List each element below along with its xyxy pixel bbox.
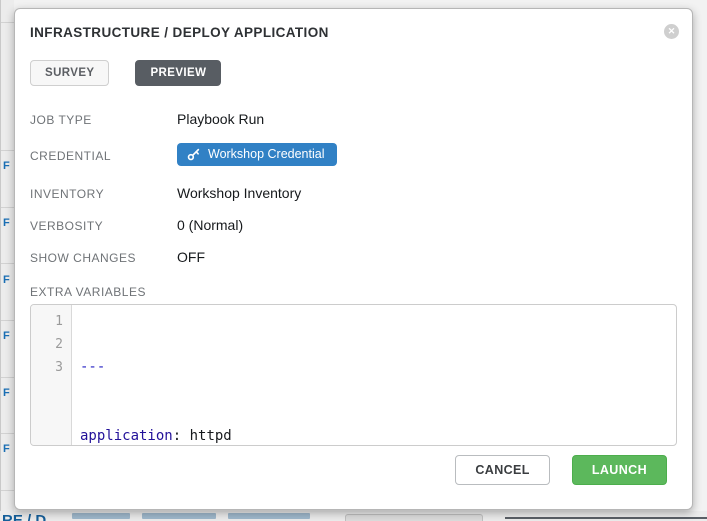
screen: F F F F F F RE / D INFRASTRUCTURE / DEPL… (0, 0, 707, 521)
modal-tabs: SURVEY PREVIEW (30, 60, 677, 86)
yaml-doc-separator: --- (80, 359, 105, 375)
modal-footer: CANCEL LAUNCH (455, 455, 667, 485)
credential-badge-label: Workshop Credential (208, 147, 325, 161)
background-row-divider (1, 207, 15, 208)
background-row-divider (1, 320, 15, 321)
extra-variables-label: EXTRA VARIABLES (30, 285, 677, 299)
clipped-button-fragment (345, 514, 483, 521)
modal-title: INFRASTRUCTURE / DEPLOY APPLICATION (30, 24, 677, 40)
line-number: 3 (31, 356, 63, 379)
clipped-panel-edge (505, 517, 707, 519)
line-number: 1 (31, 310, 63, 333)
field-credential: CREDENTIAL Workshop Credential (30, 143, 677, 166)
field-label: SHOW CHANGES (30, 249, 177, 267)
yaml-value: httpd (181, 428, 232, 444)
cancel-button[interactable]: CANCEL (455, 455, 549, 485)
clipped-heading-fragment: RE / D (2, 512, 46, 521)
field-show-changes: SHOW CHANGES OFF (30, 249, 677, 267)
close-glyph: ✕ (668, 27, 676, 36)
background-row-divider (1, 22, 15, 23)
deploy-application-preview-modal: INFRASTRUCTURE / DEPLOY APPLICATION ✕ SU… (14, 8, 693, 510)
code-line-1: --- (80, 356, 676, 379)
extra-variables-editor[interactable]: 1 2 3 --- application: httpd (30, 304, 677, 446)
clipped-text-fragment (72, 513, 130, 519)
clipped-text-fragment (228, 513, 310, 519)
launch-button[interactable]: LAUNCH (572, 455, 667, 485)
field-job-type: JOB TYPE Playbook Run (30, 111, 677, 129)
close-icon[interactable]: ✕ (664, 24, 679, 39)
key-icon (187, 148, 200, 161)
field-value: Playbook Run (177, 111, 264, 128)
field-label: JOB TYPE (30, 111, 177, 129)
background-page-bottom-edge: RE / D (0, 511, 707, 521)
field-value: Workshop Inventory (177, 185, 301, 202)
field-label: INVENTORY (30, 185, 177, 203)
field-label: CREDENTIAL (30, 143, 177, 165)
field-value: OFF (177, 249, 205, 266)
tab-survey[interactable]: SURVEY (30, 60, 109, 86)
line-number: 2 (31, 333, 63, 356)
code-line-2: application: httpd (80, 425, 676, 446)
field-label: VERBOSITY (30, 217, 177, 235)
credential-badge[interactable]: Workshop Credential (177, 143, 337, 166)
background-row-divider (1, 150, 15, 151)
field-inventory: INVENTORY Workshop Inventory (30, 185, 677, 203)
background-row-divider (1, 263, 15, 264)
editor-code-area[interactable]: --- application: httpd (72, 305, 676, 445)
background-page-left-edge: F F F F F F (0, 0, 14, 521)
editor-line-number-gutter: 1 2 3 (31, 305, 72, 445)
yaml-key: application (80, 428, 173, 444)
background-row-divider (1, 433, 15, 434)
field-verbosity: VERBOSITY 0 (Normal) (30, 217, 677, 235)
yaml-colon: : (173, 428, 181, 444)
clipped-text-fragment (142, 513, 216, 519)
background-row-divider (1, 490, 15, 491)
tab-preview[interactable]: PREVIEW (135, 60, 221, 86)
background-row-divider (1, 377, 15, 378)
field-value: 0 (Normal) (177, 217, 243, 234)
